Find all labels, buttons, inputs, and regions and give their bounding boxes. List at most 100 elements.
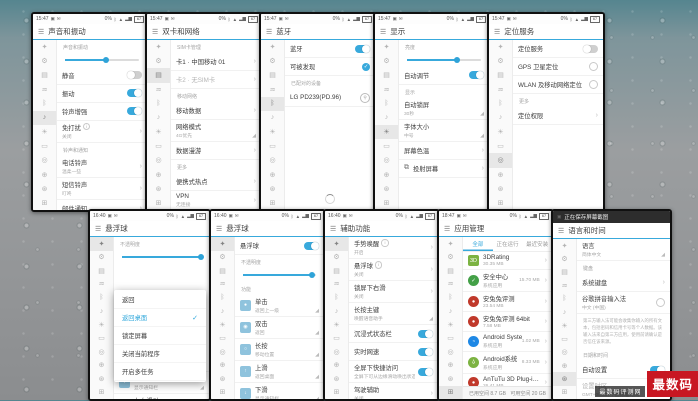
bluetooth-icon[interactable]: ᛒ [553, 292, 576, 305]
list-item[interactable]: ↑上滑返回桌面◢ [235, 361, 324, 383]
apps-icon[interactable]: ⊞ [489, 196, 512, 210]
display-icon[interactable]: ☀ [261, 125, 284, 139]
settings-gear-icon[interactable]: ⚙ [325, 251, 348, 265]
battery-icon[interactable]: ▭ [553, 332, 576, 345]
toggle-switch[interactable] [127, 71, 142, 79]
apps-icon[interactable]: ⊞ [261, 196, 284, 210]
toggle-switch[interactable] [127, 89, 142, 97]
sim-card-icon[interactable]: ▤ [147, 68, 170, 82]
security-icon[interactable]: ⊕ [489, 168, 512, 182]
toggle-switch[interactable] [418, 368, 433, 376]
list-item[interactable]: 短信铃声叮咚› [57, 178, 147, 200]
language-icon[interactable]: ⊛ [489, 182, 512, 196]
toggle-switch[interactable] [583, 45, 598, 53]
display-icon[interactable]: ☀ [325, 318, 348, 332]
wlan-icon[interactable]: ♒ [147, 83, 170, 97]
apps-icon[interactable]: ⊞ [375, 196, 398, 210]
language-icon[interactable]: ⊛ [553, 372, 576, 385]
menu-icon[interactable]: ☰ [380, 28, 386, 36]
toggle-switch[interactable] [418, 330, 433, 338]
slider-thumb[interactable] [454, 57, 460, 63]
list-item[interactable]: 全屏下快捷访问全屏下可从边缘滑动唤出状态栏 [349, 361, 438, 383]
list-item[interactable]: LG PD239(PD.96)⚲ [285, 89, 375, 107]
display-icon[interactable]: ☀ [147, 125, 170, 139]
slider-thumb[interactable] [103, 57, 109, 63]
toggle-switch[interactable] [304, 242, 319, 250]
menu-icon[interactable]: ☰ [444, 225, 450, 233]
tab-正在运行[interactable]: 正在运行 [493, 237, 523, 251]
bluetooth-icon[interactable]: ᛒ [489, 97, 512, 111]
language-icon[interactable]: ⊛ [33, 182, 56, 196]
location-icon[interactable]: ◎ [261, 153, 284, 167]
bluetooth-icon[interactable]: ᛒ [90, 291, 113, 305]
display-icon[interactable]: ☀ [211, 318, 234, 332]
security-icon[interactable]: ⊕ [439, 359, 462, 373]
security-icon[interactable]: ⊕ [33, 168, 56, 182]
location-icon[interactable]: ◎ [211, 345, 234, 359]
list-item[interactable]: 驾驶辅助关闭› [349, 383, 438, 399]
list-item[interactable]: 长按主键唤醒语音助手◢ [349, 303, 438, 325]
list-item[interactable]: 定位服务 [513, 40, 603, 58]
battery-icon[interactable]: ▭ [489, 139, 512, 153]
list-item[interactable]: 悬浮球 [235, 237, 324, 255]
slider-thumb[interactable] [309, 272, 315, 278]
radio-unchecked-icon[interactable] [589, 62, 598, 71]
location-icon[interactable]: ◎ [553, 346, 576, 359]
personalization-icon[interactable]: ✦ [147, 40, 170, 54]
wlan-icon[interactable]: ♒ [325, 278, 348, 292]
language-icon[interactable]: ⊛ [325, 372, 348, 386]
wlan-icon[interactable]: ♒ [439, 278, 462, 292]
list-item[interactable]: 卡2 · 无SIM卡› [171, 71, 261, 89]
settings-gear-icon[interactable]: ⚙ [489, 54, 512, 68]
toggle-switch[interactable] [355, 45, 370, 53]
radio-unchecked-icon[interactable] [589, 80, 598, 89]
display-icon[interactable]: ☀ [375, 125, 398, 139]
menu-item-返回桌面[interactable]: 返回桌面✓ [114, 309, 206, 327]
battery-icon[interactable]: ▭ [325, 332, 348, 346]
personalization-icon[interactable]: ✦ [261, 40, 284, 54]
list-item[interactable]: 谷歌拼音输入法中文 (中国) [577, 292, 670, 314]
bluetooth-icon[interactable]: ᛒ [439, 291, 462, 305]
checkbox-checked-icon[interactable]: ✓ [362, 63, 370, 71]
list-item[interactable]: GPS 卫星定位 [513, 58, 603, 76]
security-icon[interactable]: ⊕ [325, 359, 348, 373]
list-item[interactable]: WLAN 及移动网络定位 [513, 76, 603, 94]
security-icon[interactable]: ⊕ [375, 168, 398, 182]
list-item[interactable]: 可被发现✓ [285, 58, 375, 76]
sound-icon[interactable]: ♪ [211, 305, 234, 319]
location-icon[interactable]: ◎ [33, 153, 56, 167]
security-icon[interactable]: ⊕ [553, 359, 576, 372]
personalization-icon[interactable]: ✦ [325, 237, 348, 251]
list-item[interactable]: ↔左右滑动切换多任务◢ [114, 394, 209, 400]
list-item[interactable]: 蓝牙 [285, 40, 375, 58]
battery-icon[interactable]: ▭ [90, 332, 113, 346]
battery-icon[interactable]: ▭ [211, 332, 234, 346]
sound-icon[interactable]: ♪ [553, 306, 576, 319]
list-item[interactable]: 静音 [57, 67, 147, 85]
language-icon[interactable]: ⊛ [261, 182, 284, 196]
battery-icon[interactable]: ▭ [375, 139, 398, 153]
settings-gear-icon[interactable]: ⚙ [147, 54, 170, 68]
battery-icon[interactable]: ▭ [33, 139, 56, 153]
apps-icon[interactable]: ⊞ [33, 196, 56, 210]
list-item[interactable]: 系统键盘› [577, 274, 670, 292]
sound-icon[interactable]: ♪ [375, 111, 398, 125]
list-item[interactable]: 锁屏下右滑关闭› [349, 281, 438, 303]
sim-card-icon[interactable]: ▤ [375, 68, 398, 82]
battery-icon[interactable]: ▭ [439, 332, 462, 346]
location-icon[interactable]: ◎ [439, 345, 462, 359]
settings-gear-icon[interactable]: ⚙ [375, 54, 398, 68]
language-icon[interactable]: ⊛ [211, 372, 234, 386]
settings-gear-icon[interactable]: ⚙ [553, 252, 576, 265]
sound-icon[interactable]: ♪ [439, 305, 462, 319]
app-list-item[interactable]: ●安兔兔评测23.54 MB› [463, 292, 552, 312]
slider-thumb[interactable] [198, 254, 204, 260]
sim-card-icon[interactable]: ▤ [325, 264, 348, 278]
list-item[interactable]: 便携式热点› [171, 173, 261, 191]
list-item[interactable]: 屏幕色温› [399, 142, 489, 160]
apps-icon[interactable]: ⊞ [147, 196, 170, 210]
wlan-icon[interactable]: ♒ [375, 83, 398, 97]
slider[interactable] [235, 268, 324, 282]
display-icon[interactable]: ☀ [439, 318, 462, 332]
tab-全部[interactable]: 全部 [463, 237, 493, 251]
